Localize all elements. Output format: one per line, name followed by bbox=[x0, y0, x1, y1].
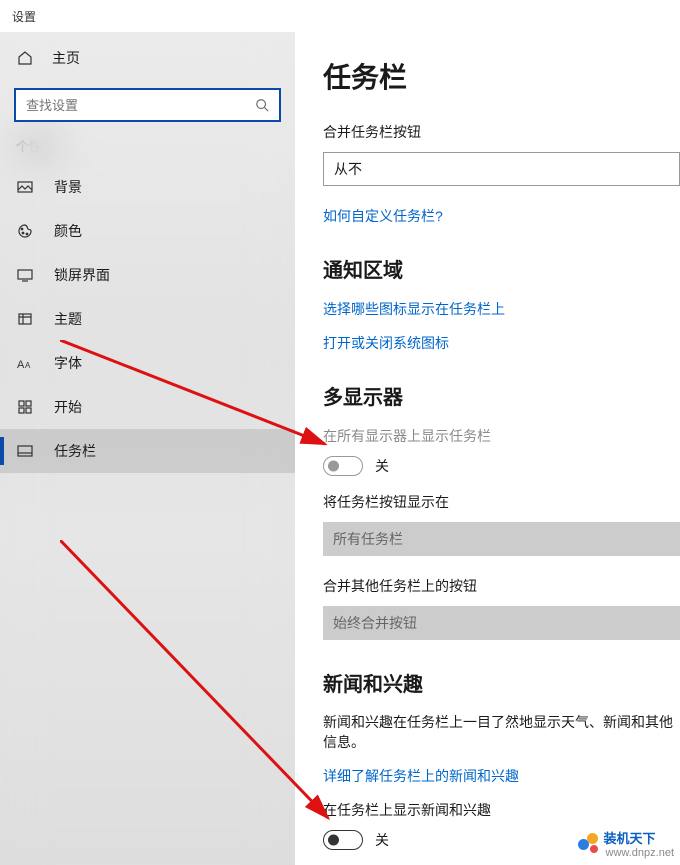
show-buttons-on-value: 所有任务栏 bbox=[333, 529, 403, 549]
sidebar-item-label: 任务栏 bbox=[54, 441, 96, 461]
sidebar-item-lockscreen[interactable]: 锁屏界面 bbox=[0, 253, 295, 297]
show-news-state: 关 bbox=[375, 830, 389, 850]
sidebar: 主页 个性化 背景 颜色 锁屏界面 bbox=[0, 32, 295, 865]
news-description: 新闻和兴趣在任务栏上一目了然地显示天气、新闻和其他信息。 bbox=[323, 713, 680, 752]
combine-other-label: 合并其他任务栏上的按钮 bbox=[323, 576, 680, 596]
home-label: 主页 bbox=[52, 48, 80, 68]
combine-value: 从不 bbox=[334, 159, 362, 179]
sidebar-item-label: 开始 bbox=[54, 397, 82, 417]
combine-other-value: 始终合并按钮 bbox=[333, 613, 417, 633]
customize-link[interactable]: 如何自定义任务栏? bbox=[323, 206, 680, 226]
combine-other-dropdown: 始终合并按钮 bbox=[323, 606, 680, 640]
taskbar-icon bbox=[16, 443, 34, 459]
combine-dropdown[interactable]: 从不 bbox=[323, 152, 680, 186]
sidebar-item-fonts[interactable]: AA 字体 bbox=[0, 341, 295, 385]
sidebar-item-taskbar[interactable]: 任务栏 bbox=[0, 429, 295, 473]
search-icon bbox=[255, 98, 269, 112]
home-icon bbox=[16, 50, 34, 66]
font-icon: AA bbox=[16, 356, 34, 370]
sidebar-item-start[interactable]: 开始 bbox=[0, 385, 295, 429]
show-news-toggle[interactable] bbox=[323, 830, 363, 850]
news-learn-more-link[interactable]: 详细了解任务栏上的新闻和兴趣 bbox=[323, 766, 680, 786]
search-input[interactable] bbox=[14, 88, 281, 122]
show-buttons-on-label: 将任务栏按钮显示在 bbox=[323, 492, 680, 512]
multidisplay-heading: 多显示器 bbox=[323, 381, 680, 410]
content-pane: 任务栏 合并任务栏按钮 从不 如何自定义任务栏? 通知区域 选择哪些图标显示在任… bbox=[295, 32, 680, 865]
show-news-label: 在任务栏上显示新闻和兴趣 bbox=[323, 800, 680, 820]
news-heading: 新闻和兴趣 bbox=[323, 668, 680, 697]
home-nav[interactable]: 主页 bbox=[0, 38, 295, 78]
show-on-all-state: 关 bbox=[375, 456, 389, 476]
page-title: 任务栏 bbox=[323, 56, 680, 96]
sidebar-item-label: 背景 bbox=[54, 177, 82, 197]
notification-area-heading: 通知区域 bbox=[323, 254, 680, 283]
sidebar-item-themes[interactable]: 主题 bbox=[0, 297, 295, 341]
image-icon bbox=[16, 179, 34, 195]
search-field[interactable] bbox=[26, 98, 255, 113]
sidebar-item-label: 字体 bbox=[54, 353, 82, 373]
sidebar-item-colors[interactable]: 颜色 bbox=[0, 209, 295, 253]
show-on-all-label: 在所有显示器上显示任务栏 bbox=[323, 426, 680, 446]
select-icons-link[interactable]: 选择哪些图标显示在任务栏上 bbox=[323, 299, 680, 319]
window-title: 设置 bbox=[12, 8, 36, 25]
window-titlebar: 设置 bbox=[0, 0, 680, 32]
svg-text:A: A bbox=[25, 361, 31, 370]
system-icons-link[interactable]: 打开或关闭系统图标 bbox=[323, 333, 680, 353]
palette-icon bbox=[16, 223, 34, 239]
theme-icon bbox=[16, 311, 34, 327]
show-buttons-on-dropdown: 所有任务栏 bbox=[323, 522, 680, 556]
start-icon bbox=[16, 399, 34, 415]
combine-label: 合并任务栏按钮 bbox=[323, 122, 680, 142]
svg-text:A: A bbox=[17, 359, 25, 370]
sidebar-item-label: 锁屏界面 bbox=[54, 265, 110, 285]
lockscreen-icon bbox=[16, 267, 34, 283]
sidebar-section-title: 个性化 bbox=[0, 136, 295, 165]
show-on-all-toggle bbox=[323, 456, 363, 476]
sidebar-item-background[interactable]: 背景 bbox=[0, 165, 295, 209]
sidebar-item-label: 颜色 bbox=[54, 221, 82, 241]
sidebar-item-label: 主题 bbox=[54, 309, 82, 329]
